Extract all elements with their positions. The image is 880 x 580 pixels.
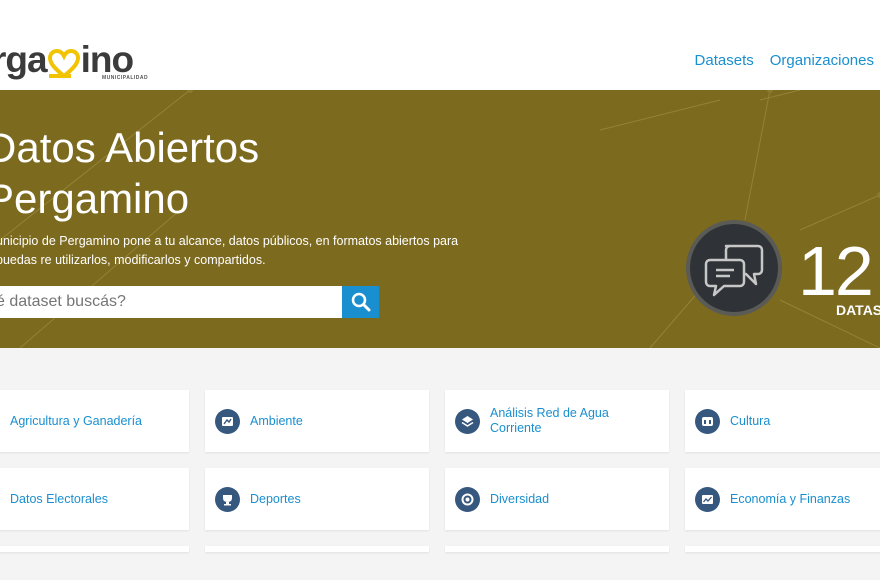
dataset-count: 12 xyxy=(798,232,874,310)
category-card-electorales[interactable]: Datos Electorales xyxy=(0,468,189,530)
category-label: Agricultura y Ganadería xyxy=(10,413,143,428)
category-card-agricultura[interactable]: Agricultura y Ganadería xyxy=(0,390,189,452)
category-card-ambiente[interactable]: Ambiente xyxy=(205,390,429,452)
hero-title: Datos Abiertos Pergamino xyxy=(0,122,259,224)
categories-section: Agricultura y Ganadería Ambiente Análisi… xyxy=(0,348,880,580)
category-label: Cultura xyxy=(730,413,771,428)
category-label: Ambiente xyxy=(250,413,303,428)
category-label: Datos Electorales xyxy=(10,491,108,506)
search-icon xyxy=(351,292,370,312)
category-card-economia[interactable]: Economía y Finanzas xyxy=(685,468,880,530)
category-card-partial[interactable] xyxy=(0,546,189,552)
culture-icon xyxy=(695,408,720,434)
category-card-diversidad[interactable]: Diversidad xyxy=(445,468,669,530)
logo-subtitle: MUNICIPALIDAD xyxy=(102,75,149,81)
category-label: Análisis Red de Agua Corriente xyxy=(490,406,609,435)
category-card-partial[interactable] xyxy=(445,546,669,552)
hero-title-line1: Datos Abiertos xyxy=(0,124,260,171)
main-nav: Datasets Organizaciones A xyxy=(695,52,880,69)
category-label: Diversidad xyxy=(490,491,550,506)
hero-desc-line2: puedas re utilizarlos, modificarlos y co… xyxy=(0,253,266,267)
category-label: Deportes xyxy=(250,491,301,506)
logo-underline xyxy=(49,74,71,78)
category-label: Economía y Finanzas xyxy=(730,491,851,506)
water-network-icon xyxy=(455,408,480,434)
category-card-agua[interactable]: Análisis Red de Agua Corriente xyxy=(445,390,669,452)
search-box xyxy=(0,286,342,318)
category-card-cultura[interactable]: Cultura xyxy=(685,390,880,452)
category-card-partial[interactable] xyxy=(685,546,880,552)
environment-icon xyxy=(215,408,240,434)
dataset-count-label: DATAS xyxy=(836,302,880,318)
chat-bubbles-icon xyxy=(704,244,764,297)
heart-icon xyxy=(47,43,80,79)
category-card-partial[interactable] xyxy=(205,546,429,552)
pergamino-logo[interactable]: rga ino MUNICIPALIDAD xyxy=(0,36,148,84)
hero-banner: Datos Abiertos Pergamino unicipio de Per… xyxy=(0,90,880,348)
stat-badge xyxy=(686,220,782,316)
search-button[interactable] xyxy=(342,286,379,318)
hero-title-line2: Pergamino xyxy=(0,175,190,222)
economy-icon xyxy=(695,486,720,512)
diversity-icon xyxy=(455,486,480,512)
nav-datasets[interactable]: Datasets xyxy=(695,52,754,69)
search-input[interactable] xyxy=(0,286,326,318)
category-card-deportes[interactable]: Deportes xyxy=(205,468,429,530)
logo-text-left: rga xyxy=(0,39,48,80)
nav-organizaciones[interactable]: Organizaciones xyxy=(770,52,874,69)
site-header: rga ino MUNICIPALIDAD Datasets Organizac… xyxy=(0,0,880,90)
sports-icon xyxy=(215,486,240,512)
hero-description: unicipio de Pergamino pone a tu alcance,… xyxy=(0,232,496,270)
hero-desc-line1: unicipio de Pergamino pone a tu alcance,… xyxy=(0,234,459,248)
